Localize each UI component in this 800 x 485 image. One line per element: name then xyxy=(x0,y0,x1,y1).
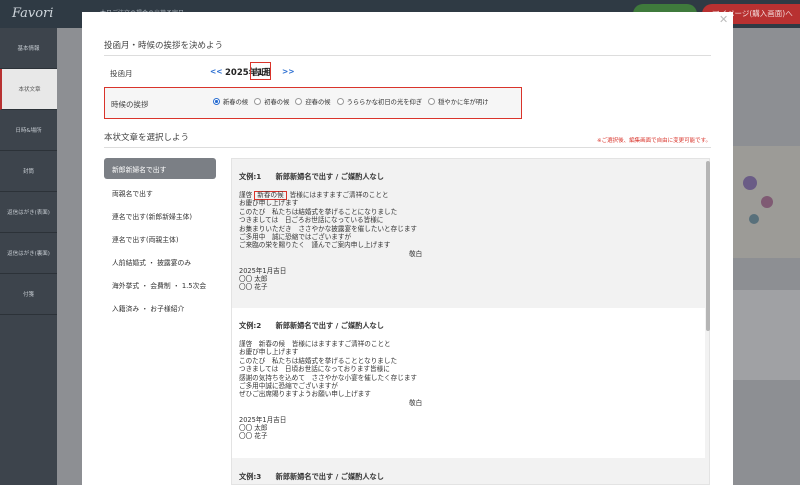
sidebar-item-reply-front[interactable]: 返信はがき(表面) xyxy=(0,192,57,233)
example-title: 文例:2 新郎新婦名で出す / ご媒酌人なし xyxy=(239,321,384,330)
flower-image xyxy=(749,214,759,224)
radio-icon[interactable] xyxy=(254,98,262,105)
sidebar-item-reply-back[interactable]: 返信はがき(裏面) xyxy=(0,233,57,274)
example-title: 文例:1 新郎新婦名で出す / ご媒酌人なし xyxy=(239,172,384,181)
greeting-option-geishun[interactable]: 迎春の候 xyxy=(295,97,331,106)
flower-image xyxy=(761,196,773,208)
greeting-label: 時候の挨拶 xyxy=(111,100,149,109)
example-line: お慶び申し上げます xyxy=(239,348,299,357)
example-name: 〇〇 花子 xyxy=(239,432,268,441)
close-icon[interactable]: ✕ xyxy=(719,14,728,25)
invitation-thumbnail xyxy=(733,146,800,258)
sidebar-item-basic-info[interactable]: 基本情報 xyxy=(0,28,57,69)
template-category-list: 新郎新婦名で出す 両親名で出す 連名で出す(新郎新婦主体) 連名で出す(両親主体… xyxy=(104,158,216,319)
greeting-row: 時候の挨拶 新春の候 初春の候 迎春の候 うららかな初日の光を仰ぎ 穏やかに年が… xyxy=(104,87,522,119)
example-line: つきましては 日ごろお世話になっている皆様に xyxy=(239,216,384,225)
next-month-link[interactable]: >> xyxy=(282,67,295,76)
example-date: 2025年1月吉日 xyxy=(239,266,287,275)
example-greeting-prefix: 謹啓 xyxy=(239,191,253,199)
sidebar-item-label: 封筒 xyxy=(22,169,34,175)
flower-image xyxy=(743,176,757,190)
example-line: つきましては 日頃お世話になっております皆様に xyxy=(239,365,390,374)
example-card[interactable]: 文例:3 新郎新婦名で出す / ご媒酌人なし xyxy=(232,459,705,484)
month-label: 投函月 xyxy=(110,69,133,78)
greeting-option-shinshun[interactable]: 新春の候 xyxy=(213,97,248,106)
example-greeting-rest: 皆様にはますますご清祥のことと xyxy=(289,191,389,199)
sidebar-item-label: 日時&場所 xyxy=(15,128,42,134)
day-value-highlight: 吉日 xyxy=(250,62,272,80)
radio-icon[interactable] xyxy=(295,98,303,105)
example-title: 文例:3 新郎新婦名で出す / ご媒酌人なし xyxy=(239,472,384,481)
month-row: 投函月 << 2025年1月 吉日 >> xyxy=(104,60,711,84)
example-line: このたび 私たちは結婚式を挙げることになりました xyxy=(239,207,398,216)
example-card[interactable]: 文例:2 新郎新婦名で出す / ご媒酌人なし 謹啓 新春の候 皆様にはますますご… xyxy=(232,308,705,458)
example-line: お慶び申し上げます xyxy=(239,199,299,208)
divider xyxy=(104,55,711,56)
background-panel xyxy=(733,290,800,380)
sidebar-item-label: 返信はがき(裏面) xyxy=(7,251,50,257)
greeting-option-label: うららかな初日の光を仰ぎ xyxy=(346,99,423,106)
greeting-option-shoshun[interactable]: 初春の候 xyxy=(254,97,289,106)
greeting-option-urarakana[interactable]: うららかな初日の光を仰ぎ xyxy=(336,97,423,106)
sidebar-item-label: 本状文章 xyxy=(18,87,41,93)
example-preview-list: 文例:1 新郎新婦名で出す / ご媒酌人なし 謹啓 新春の候 皆様にはますますご清… xyxy=(231,158,710,485)
sidebar-item-sticky-note[interactable]: 付箋 xyxy=(0,274,57,315)
template-category-item[interactable]: 連名で出す(両親主体) xyxy=(104,227,216,250)
example-line: ぜひご出席賜りますようお願い申し上げます xyxy=(239,390,371,399)
greeting-option-odayaka[interactable]: 穏やかに年が明け xyxy=(428,97,489,106)
sidebar-item-label: 基本情報 xyxy=(17,46,40,52)
example-line: このたび 私たちは結婚式を挙げることとなりました xyxy=(239,356,398,365)
example-line: お集まりいただき ささやかな披露宴を催したいと存じます xyxy=(239,224,418,233)
radio-icon[interactable] xyxy=(428,98,436,105)
app-logo: Favori xyxy=(12,6,54,21)
template-category-item[interactable]: 両親名で出す xyxy=(104,181,216,204)
example-text: 謹啓 新春の候 皆様にはますますご清祥のことと お慶び申し上げます このたび 私… xyxy=(239,340,439,441)
sidebar-item-label: 付箋 xyxy=(22,292,34,298)
sidebar-item-date-place[interactable]: 日時&場所 xyxy=(0,110,57,151)
edit-note: ※ご選択後、編集画面で自由に変更可能です。 xyxy=(597,138,712,144)
example-name: 〇〇 太郎 xyxy=(239,423,268,432)
radio-icon[interactable] xyxy=(336,98,344,105)
example-closing: 敬白 xyxy=(409,398,423,407)
section-title-month-greeting: 投函月・時候の挨拶を決めよう xyxy=(104,41,224,51)
greeting-option-label: 迎春の候 xyxy=(305,99,331,106)
sidebar: 基本情報 本状文章 日時&場所 封筒 返信はがき(表面) 返信はがき(裏面) 付… xyxy=(0,28,57,485)
greeting-option-label: 穏やかに年が明け xyxy=(438,99,489,106)
example-name: 〇〇 太郎 xyxy=(239,274,268,283)
preview-scrollbar[interactable] xyxy=(706,161,710,331)
example-date: 2025年1月吉日 xyxy=(239,415,287,424)
example-card[interactable]: 文例:1 新郎新婦名で出す / ご媒酌人なし 謹啓 新春の候 皆様にはますますご清… xyxy=(232,159,705,307)
example-line: 感謝の気持ちを込めて ささやかな小宴を催したく存じます xyxy=(239,373,418,382)
radio-selected-icon[interactable] xyxy=(213,98,220,105)
greeting-radio-group: 新春の候 初春の候 迎春の候 うららかな初日の光を仰ぎ 穏やかに年が明け xyxy=(213,97,495,106)
template-category-item[interactable]: 海外挙式 ・ 会費制 ・ 1.5次会 xyxy=(104,273,216,296)
greeting-option-label: 新春の候 xyxy=(223,99,249,106)
template-category-item[interactable]: 人前結婚式 ・ 披露宴のみ xyxy=(104,250,216,273)
template-category-item[interactable]: 連名で出す(新郎新婦主体) xyxy=(104,204,216,227)
sidebar-item-envelope[interactable]: 封筒 xyxy=(0,151,57,192)
template-category-item[interactable]: 新郎新婦名で出す xyxy=(104,158,216,179)
prev-month-link[interactable]: << xyxy=(210,67,223,76)
greeting-option-label: 初春の候 xyxy=(264,99,290,106)
sidebar-item-label: 返信はがき(表面) xyxy=(7,210,50,216)
section-title-template: 本状文章を選択しよう xyxy=(104,133,190,143)
divider xyxy=(104,147,711,148)
example-closing: 敬白 xyxy=(409,249,423,258)
template-category-item[interactable]: 入籍済み ・ お子様紹介 xyxy=(104,296,216,319)
example-line: ご来臨の栄を賜りたく 謹んでご案内申し上げます xyxy=(239,241,391,250)
sidebar-item-main-text[interactable]: 本状文章 xyxy=(0,69,57,110)
example-name: 〇〇 花子 xyxy=(239,283,268,292)
example-text: 謹啓 新春の候 皆様にはますますご清祥のことと お慶び申し上げます このたび 私た… xyxy=(239,191,439,292)
